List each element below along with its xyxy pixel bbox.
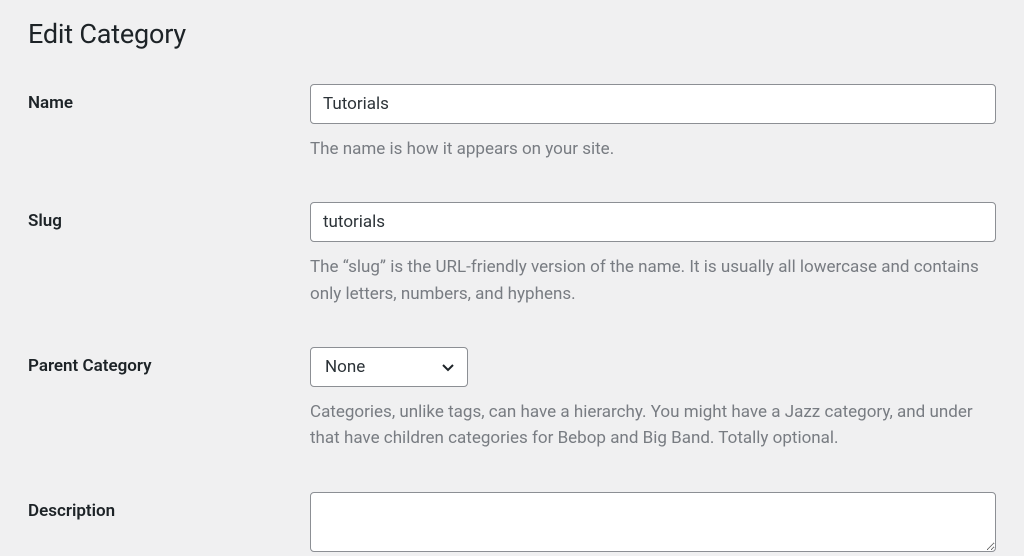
slug-row: Slug The “slug” is the URL-friendly vers… xyxy=(28,202,996,307)
slug-description: The “slug” is the URL-friendly version o… xyxy=(310,254,996,307)
parent-field: None Categories, unlike tags, can have a… xyxy=(310,347,996,452)
description-textarea[interactable] xyxy=(310,492,996,552)
name-input[interactable] xyxy=(310,84,996,124)
parent-select[interactable]: None xyxy=(310,347,468,387)
slug-field: The “slug” is the URL-friendly version o… xyxy=(310,202,996,307)
page-title: Edit Category xyxy=(28,18,996,50)
parent-row: Parent Category None Categories, unlike … xyxy=(28,347,996,452)
name-field: The name is how it appears on your site. xyxy=(310,84,996,162)
slug-input[interactable] xyxy=(310,202,996,242)
name-row: Name The name is how it appears on your … xyxy=(28,84,996,162)
description-field xyxy=(310,492,996,556)
parent-description: Categories, unlike tags, can have a hier… xyxy=(310,399,996,452)
description-row: Description xyxy=(28,492,996,556)
name-description: The name is how it appears on your site. xyxy=(310,136,996,162)
parent-label: Parent Category xyxy=(28,347,310,376)
slug-label: Slug xyxy=(28,202,310,231)
description-label: Description xyxy=(28,492,310,521)
name-label: Name xyxy=(28,84,310,113)
